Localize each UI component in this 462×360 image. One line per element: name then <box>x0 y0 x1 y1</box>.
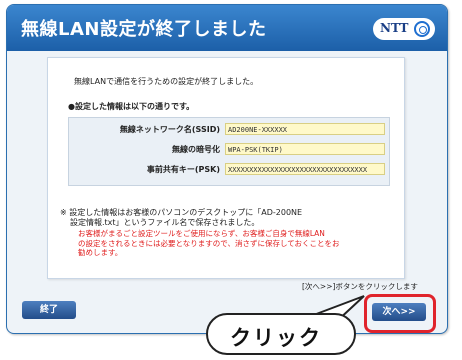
ssid-value: AD200NE-XXXXXX <box>225 123 385 135</box>
warning-line3: 勧めします。 <box>78 248 123 257</box>
settings-box: 無線ネットワーク名(SSID) AD200NE-XXXXXX 無線の暗号化 WP… <box>68 117 390 186</box>
intro-text: 無線LANで通信を行うための設定が終了しました。 <box>74 77 259 86</box>
click-callout: クリック <box>206 313 356 355</box>
save-note: ※ 設定した情報はお客様のパソコンのデスクトップに「AD-200NE 設定情報.… <box>60 208 302 228</box>
click-callout-text: クリック <box>230 326 322 350</box>
ntt-logo-icon <box>414 21 430 37</box>
encryption-value: WPA-PSK(TKIP) <box>225 143 385 155</box>
ntt-logo: NTT <box>373 18 435 40</box>
ssid-label: 無線ネットワーク名(SSID) <box>119 125 220 134</box>
content-panel: 無線LANで通信を行うための設定が終了しました。 ●設定した情報は以下の通りです… <box>47 57 405 279</box>
window-title: 無線LAN設定が終了しました <box>21 19 267 40</box>
settings-heading: ●設定した情報は以下の通りです。 <box>68 102 195 111</box>
psk-value: XXXXXXXXXXXXXXXXXXXXXXXXXXXXXXXXX <box>225 163 385 175</box>
next-hint-text: [次へ>>]ボタンをクリックします <box>302 282 418 291</box>
exit-button[interactable]: 終了 <box>22 301 76 319</box>
save-note-line1: ※ 設定した情報はお客様のパソコンのデスクトップに「AD-200NE <box>60 208 303 217</box>
warning-text: お客様がまるごと設定ツールをご使用にならず、お客様ご自身で無線LAN の設定をさ… <box>78 229 340 258</box>
warning-line1: お客様がまるごと設定ツールをご使用にならず、お客様ご自身で無線LAN <box>78 229 325 238</box>
warning-line2: の設定をされるときには必要となりますので、消さずに保存しておくことをお <box>78 238 340 248</box>
psk-label: 事前共有キー(PSK) <box>146 165 220 174</box>
encryption-label: 無線の暗号化 <box>172 145 220 154</box>
next-button-highlight <box>364 294 436 333</box>
title-bar: 無線LAN設定が終了しました NTT <box>7 5 447 51</box>
ntt-logo-text: NTT <box>380 21 409 35</box>
save-note-line2: 設定情報.txt」というファイル名で保存されました。 <box>70 218 260 227</box>
